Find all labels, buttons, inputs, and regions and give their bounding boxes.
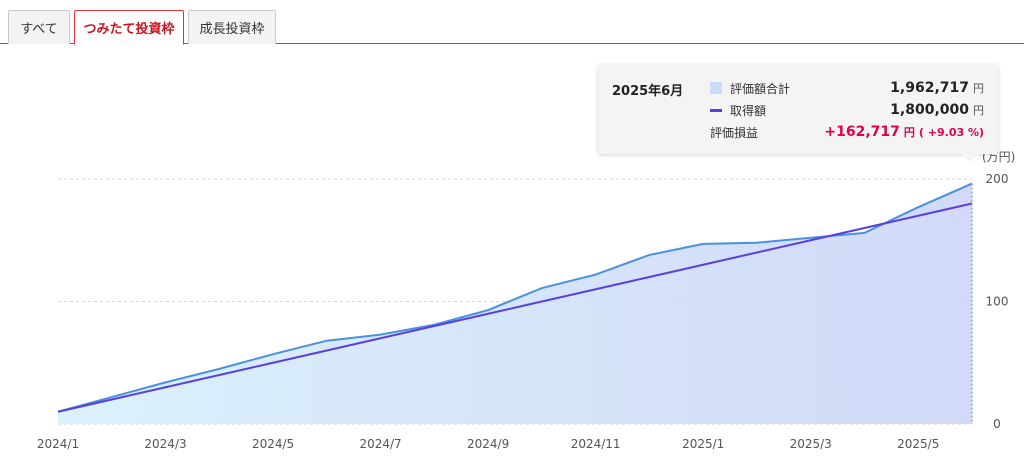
x-tick-label: 2025/1 [682,437,724,451]
tooltip-row-gain: 評価損益 +162,717 円 ( +9.03 %) [710,122,984,142]
tab-tsumitate[interactable]: つみたて投資枠 [74,10,184,45]
y-tick-label: 0 [993,417,1001,431]
valuation-label: 評価額合計 [730,81,791,96]
valuation-unit: 円 [973,82,984,95]
y-tick-label: 100 [986,295,1009,309]
valuation-area [58,183,972,424]
cost-label: 取得額 [730,103,767,118]
tab-tsumitate-label: つみたて投資枠 [83,22,175,37]
x-tick-label: 2025/5 [897,437,939,451]
cost-unit: 円 [973,104,984,117]
tab-all-label: すべて [20,22,58,37]
x-tick-label: 2024/1 [37,437,79,451]
tab-all[interactable]: すべて [8,10,70,44]
tooltip-month: 2025年6月 [612,84,684,99]
x-tick-label: 2024/11 [571,437,621,451]
x-tick-label: 2024/9 [467,437,509,451]
tooltip: 2025年6月 評価額合計 1,962,717 円 取得額 1,800,000 … [598,64,998,162]
y-tick-label: 200 [986,172,1009,186]
cost-value: 1,800,000 [890,102,969,118]
gain-value: +162,717 [824,124,900,140]
tab-growth-label: 成長投資枠 [199,22,265,37]
gain-percent: ( +9.03 %) [918,125,984,139]
gain-label: 評価損益 [710,125,759,140]
x-tick-label: 2024/7 [359,437,401,451]
tab-growth[interactable]: 成長投資枠 [188,10,276,44]
x-tick-label: 2024/5 [252,437,294,451]
tooltip-row-cost: 取得額 1,800,000 円 [710,100,984,120]
x-tick-label: 2024/3 [144,437,186,451]
valuation-value: 1,962,717 [890,80,969,96]
gain-unit: 円 [903,126,915,139]
tooltip-row-valuation: 評価額合計 1,962,717 円 [710,78,984,98]
valuation-swatch [710,82,722,94]
tab-bar: すべて つみたて投資枠 成長投資枠 [0,0,1024,45]
cost-swatch [710,108,722,112]
x-tick-label: 2025/3 [790,437,832,451]
